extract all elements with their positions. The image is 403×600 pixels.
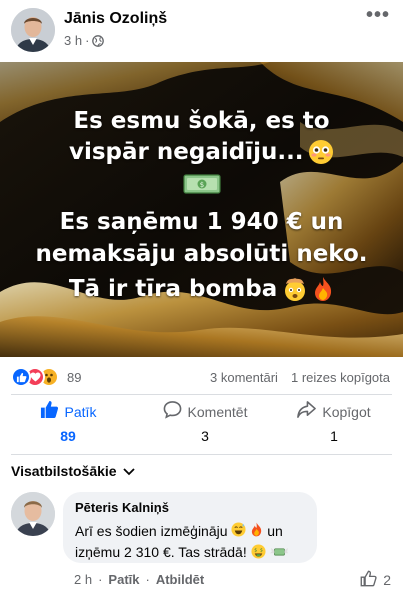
meta-separator: · [85, 33, 90, 48]
comment-like-count[interactable]: 2 [360, 570, 391, 590]
comment-text-part-2: un [267, 523, 283, 539]
post-meta: 3 h · [64, 33, 105, 48]
comment-count[interactable]: 3 komentāri [210, 370, 278, 385]
thumbs-up-icon [40, 400, 59, 424]
comments-sort-label: Visatbilstošākie [11, 463, 117, 479]
like-label: Patīk [64, 404, 97, 420]
overlay-line-5: Tā ir tīra bomba [68, 276, 278, 302]
share-arrow-icon [297, 400, 317, 424]
fire-icon [312, 276, 334, 307]
post-author-name[interactable]: Jānis Ozoliņš [64, 10, 167, 28]
divider-bottom [11, 454, 392, 455]
overlay-line-5-wrap: Tā ir tīra bomba [0, 274, 403, 307]
divider-top [11, 394, 392, 395]
banknote-emoji-wrap: $ [0, 172, 403, 201]
flushed-face-icon [308, 139, 334, 170]
fire-small-icon [250, 522, 263, 542]
like-count: 89 [60, 428, 76, 444]
like-reaction-icon [11, 367, 31, 387]
share-label: Kopīgot [322, 404, 371, 420]
commenter-avatar[interactable] [11, 492, 55, 536]
overlay-line-3: Es saņēmu 1 940 € un [59, 209, 344, 235]
dollar-banknote-icon: $ [182, 172, 221, 201]
overlay-line-1-wrap: Es esmu šokā, es to [0, 106, 403, 137]
comment-author[interactable]: Pēteris Kalniņš [75, 500, 305, 516]
money-wings-icon [269, 544, 288, 564]
globe-icon[interactable] [92, 34, 105, 47]
comment-meta: 2 h · Patīk · Atbildēt [74, 572, 204, 587]
comment-reply-action[interactable]: Atbildēt [156, 572, 204, 587]
thumbs-up-outline-icon [360, 570, 377, 590]
grinning-sweat-icon [231, 522, 246, 542]
money-mouth-icon: $ $ [251, 544, 266, 564]
overlay-line-4-wrap: nemaksāju absolūti neko. [0, 239, 403, 270]
comment-text-part-3: izņēmu 2 310 €. Tas strādā! [75, 544, 247, 561]
overlay-line-4: nemaksāju absolūti neko. [35, 241, 368, 267]
overlay-line-2-wrap: vispār negaidīju... [0, 137, 403, 170]
svg-text:$: $ [199, 181, 203, 189]
post-time[interactable]: 3 h [64, 33, 82, 48]
overlay-line-3-wrap: Es saņēmu 1 940 € un [0, 207, 403, 238]
exploding-head-icon [282, 276, 308, 307]
comments-sort-dropdown[interactable]: Visatbilstošākie [11, 463, 135, 479]
reaction-count[interactable]: 89 [67, 370, 81, 385]
comment-action-count: 3 [201, 428, 209, 444]
meta-dot-2: · [145, 572, 150, 587]
comment-bubble: Pēteris Kalniņš Arī es šodien izmēģināju… [63, 492, 317, 563]
more-options-icon[interactable]: ••• [365, 5, 391, 28]
share-button[interactable]: Kopīgot 1 [293, 400, 375, 448]
reaction-icons[interactable] [11, 367, 71, 387]
comment-like-action[interactable]: Patīk [108, 572, 139, 587]
overlay-line-1: Es esmu šokā, es to [73, 108, 330, 134]
comment-bubble-icon [163, 400, 182, 424]
post-header: Jānis Ozoliņš 3 h · ••• [0, 0, 403, 62]
share-count[interactable]: 1 reizes kopīgota [291, 370, 390, 385]
chevron-down-icon [122, 463, 135, 479]
overlay-line-2: vispār negaidīju... [68, 139, 304, 165]
post-stats-row: 89 3 komentāri 1 reizes kopīgota [0, 362, 403, 390]
svg-text:$: $ [254, 547, 257, 553]
meta-dot: · [98, 572, 103, 587]
comment-label: Komentēt [187, 404, 248, 420]
comment-button[interactable]: Komentēt 3 [157, 400, 253, 448]
post-image[interactable]: Es esmu šokā, es to vispār negaidīju... … [0, 62, 403, 357]
share-action-count: 1 [330, 428, 338, 444]
svg-text:$: $ [259, 547, 262, 553]
comment-like-number: 2 [383, 572, 391, 588]
comment-text-part-1: Arī es šodien izmēģināju [75, 523, 228, 539]
comment-time[interactable]: 2 h [74, 572, 92, 587]
comment-text: Arī es šodien izmēģināju un izņēmu 2 310… [75, 521, 305, 564]
like-button[interactable]: Patīk 89 [25, 400, 111, 448]
author-avatar[interactable] [11, 8, 55, 52]
